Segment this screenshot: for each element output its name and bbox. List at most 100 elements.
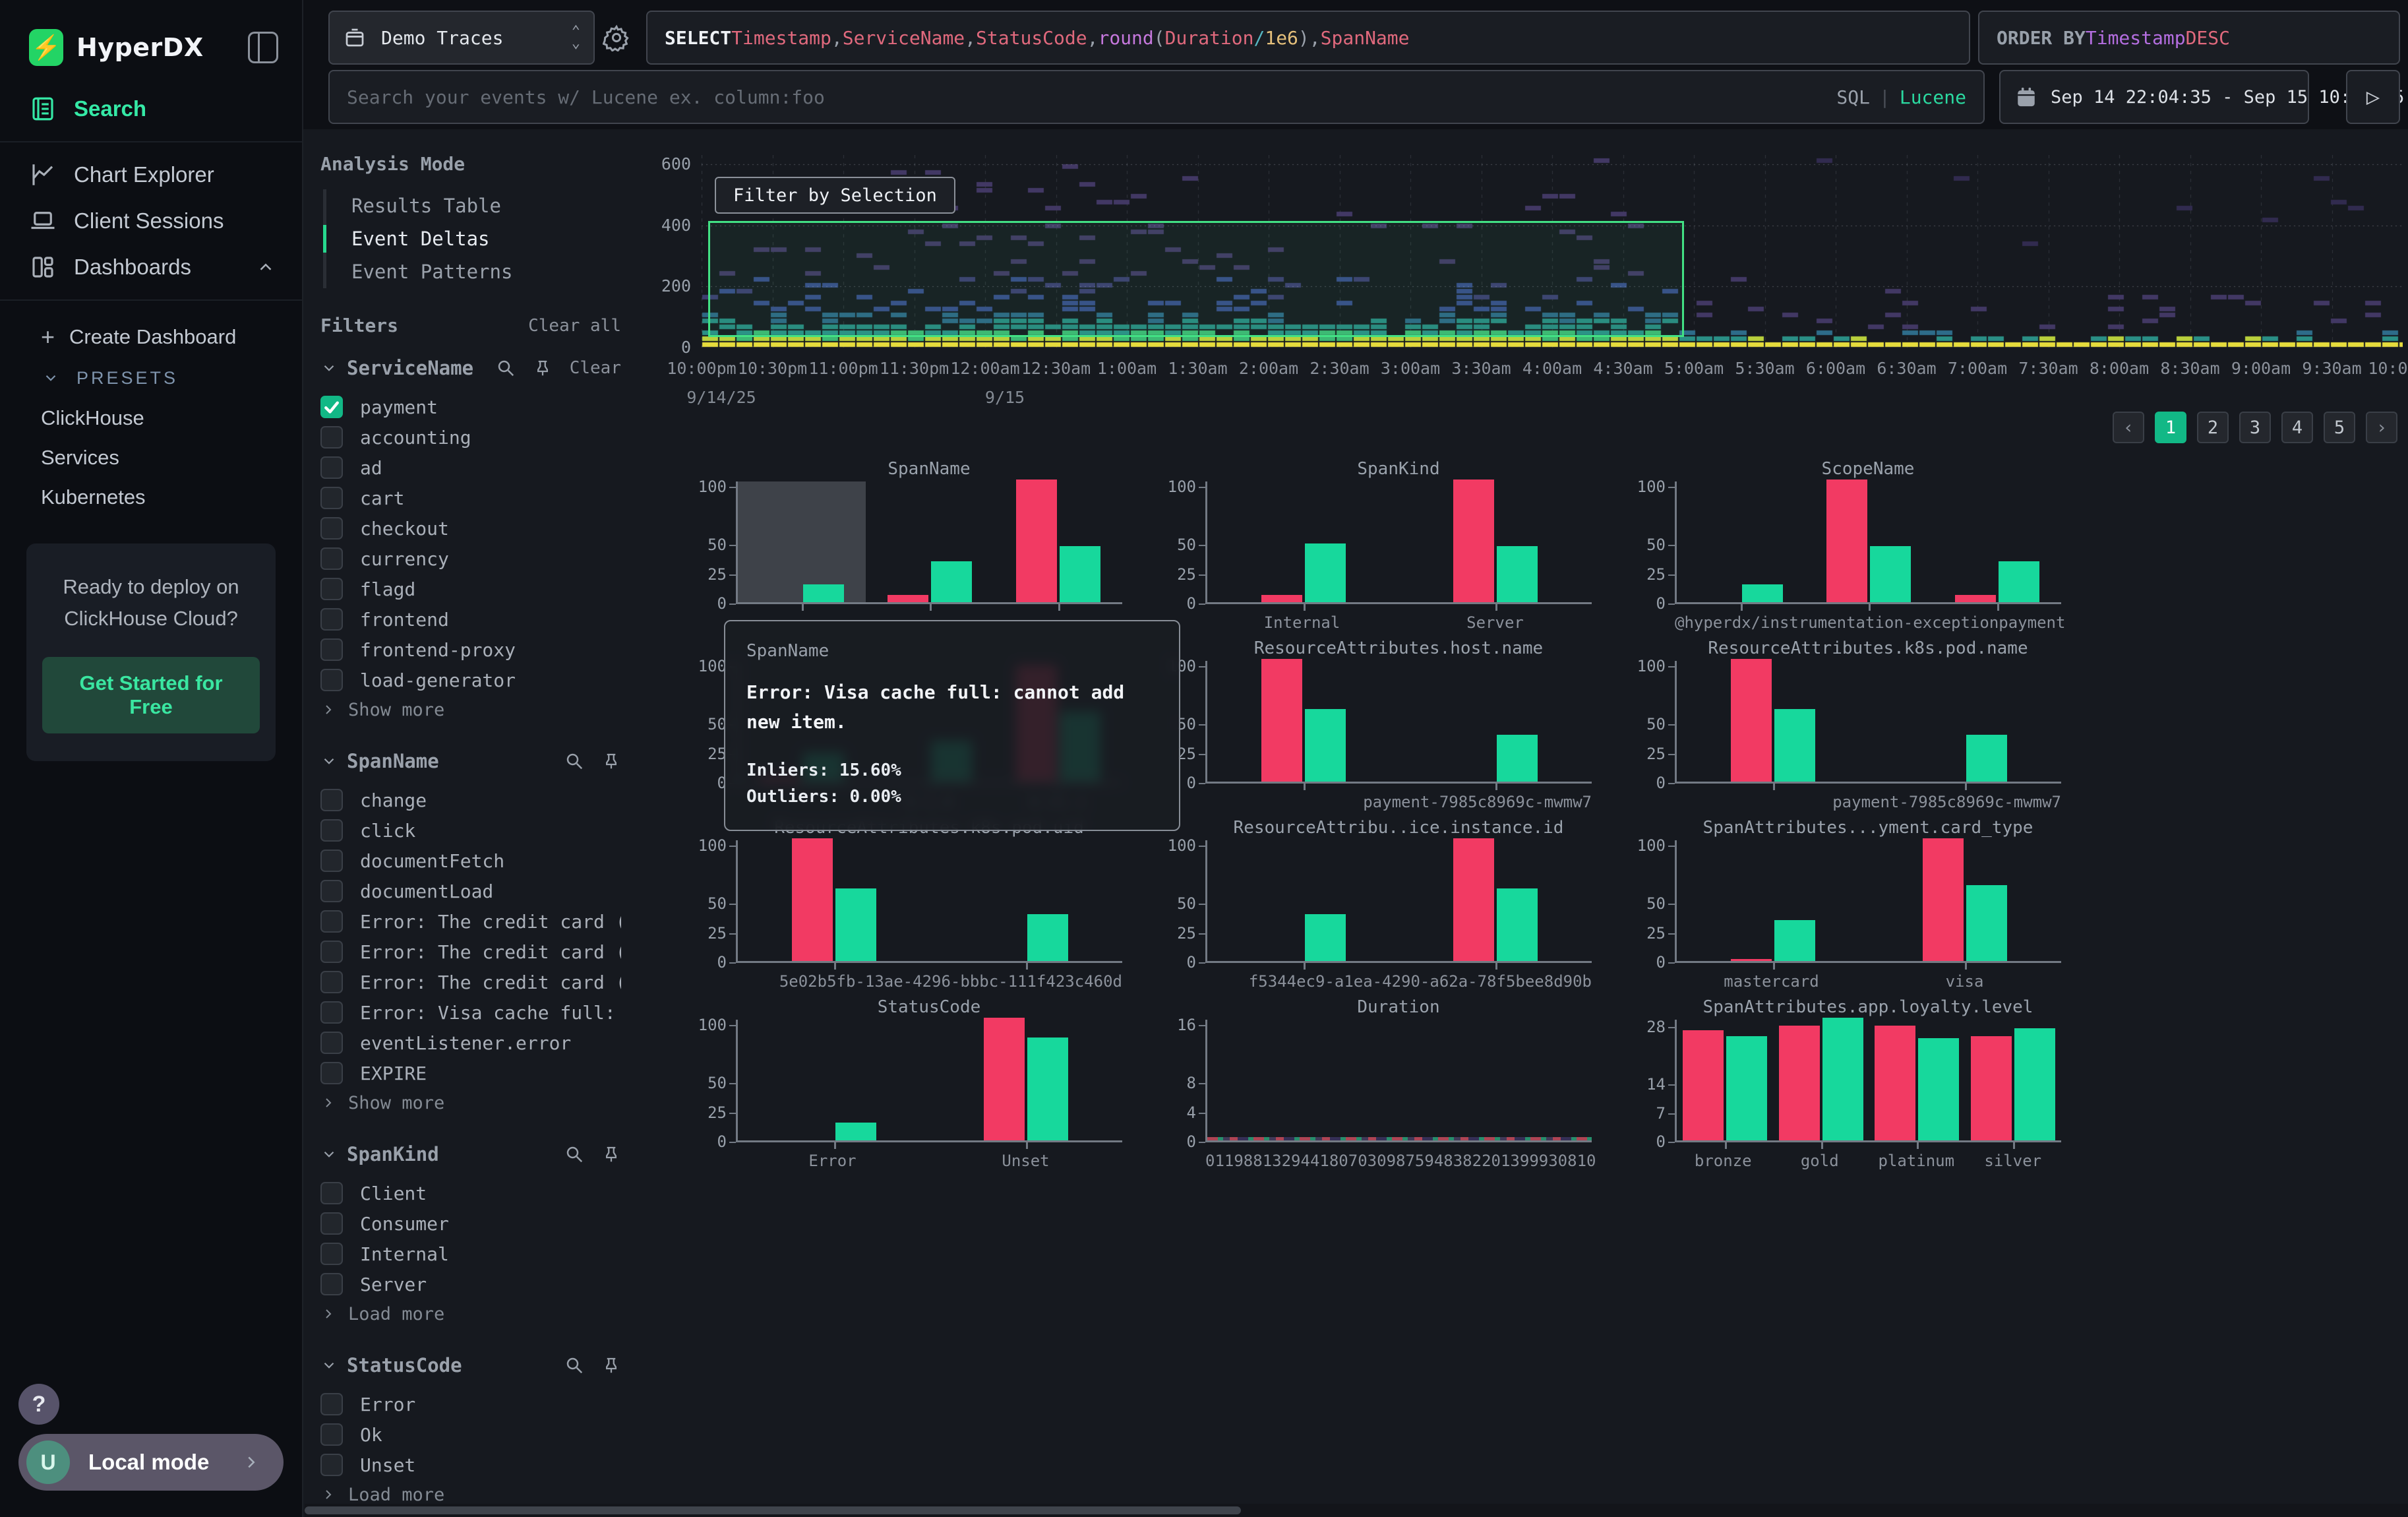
clear-filter-button[interactable]: Clear: [570, 358, 621, 378]
sidebar-item-services[interactable]: Services: [0, 438, 302, 478]
inlier-bar[interactable]: [1918, 1038, 1959, 1140]
bar-group[interactable]: [866, 481, 994, 602]
clear-all-button[interactable]: Clear all: [528, 316, 621, 336]
outlier-bar[interactable]: [1731, 959, 1772, 961]
outlier-bar[interactable]: [1016, 480, 1057, 602]
inlier-bar[interactable]: [835, 888, 876, 961]
pin-icon[interactable]: [533, 358, 553, 378]
filter-group-name[interactable]: StatusCode: [347, 1354, 547, 1377]
show-more-button[interactable]: Show more: [320, 695, 621, 724]
create-dashboard-button[interactable]: + Create Dashboard: [0, 317, 302, 357]
checkbox[interactable]: [320, 1454, 343, 1476]
bar-group-f5344ec9-a1ea-4290-a62a-78f5bee8d90b[interactable]: [1400, 840, 1592, 961]
filter-checkbox-item[interactable]: accounting: [320, 422, 621, 452]
analysis-mode-option[interactable]: Results Table: [326, 189, 621, 222]
filter-group-name[interactable]: SpanName: [347, 750, 547, 772]
bar-group-visa[interactable]: [1869, 840, 2062, 961]
inlier-bar[interactable]: [1497, 546, 1538, 602]
filter-by-selection-button[interactable]: Filter by Selection: [715, 177, 955, 214]
outlier-bar[interactable]: [792, 838, 833, 961]
outlier-bar[interactable]: [888, 595, 928, 602]
sidebar-collapse-icon[interactable]: [248, 32, 278, 63]
heatmap-selection-box[interactable]: [708, 221, 1684, 337]
inlier-bar[interactable]: [1870, 546, 1911, 602]
filter-checkbox-item[interactable]: Ok: [320, 1419, 621, 1450]
chevron-down-icon[interactable]: [320, 1146, 338, 1163]
filter-group-name[interactable]: ServiceName: [347, 357, 479, 379]
filter-checkbox-item[interactable]: Unset: [320, 1450, 621, 1480]
checkbox[interactable]: [320, 547, 343, 570]
outlier-bar[interactable]: [1261, 595, 1302, 602]
outlier-bar[interactable]: [984, 1018, 1025, 1140]
date-range-picker[interactable]: Sep 14 22:04:35 - Sep 15 10:04:35: [1999, 70, 2309, 124]
pagination-page-3[interactable]: 3: [2239, 412, 2271, 443]
checkbox[interactable]: [320, 396, 343, 418]
checkbox[interactable]: [320, 1032, 343, 1054]
filter-checkbox-item[interactable]: Error: The credit card (…: [320, 906, 621, 937]
checkbox[interactable]: [320, 1001, 343, 1024]
sidebar-item-kubernetes[interactable]: Kubernetes: [0, 478, 302, 517]
filter-checkbox-item[interactable]: load-generator: [320, 665, 621, 695]
outlier-bar[interactable]: [1261, 659, 1302, 782]
filter-checkbox-item[interactable]: Error: Visa cache full: …: [320, 997, 621, 1028]
show-more-button[interactable]: Load more: [320, 1299, 621, 1328]
filter-checkbox-item[interactable]: Error: The credit card (…: [320, 967, 621, 997]
search-icon[interactable]: [564, 1355, 584, 1375]
inlier-bar[interactable]: [1497, 888, 1538, 961]
inlier-bar[interactable]: [1497, 735, 1538, 782]
filter-checkbox-item[interactable]: Error: The credit card (…: [320, 937, 621, 967]
inlier-bar[interactable]: [1305, 914, 1346, 961]
inlier-bar[interactable]: [1060, 546, 1100, 602]
checkbox[interactable]: [320, 669, 343, 691]
sidebar-item-chart-explorer[interactable]: Chart Explorer: [0, 152, 302, 198]
pagination-next-button[interactable]: ›: [2366, 412, 2397, 443]
bar-group[interactable]: [1677, 661, 1869, 782]
bar-group-Server[interactable]: [1400, 481, 1592, 602]
checkbox[interactable]: [320, 850, 343, 872]
filter-checkbox-item[interactable]: Consumer: [320, 1208, 621, 1239]
bar-group[interactable]: [1207, 661, 1400, 782]
inlier-bar[interactable]: [1774, 709, 1815, 782]
bar-group-Internal[interactable]: [1207, 481, 1400, 602]
checkbox[interactable]: [320, 1243, 343, 1265]
checkbox[interactable]: [320, 910, 343, 933]
checkbox[interactable]: [320, 608, 343, 631]
filter-checkbox-item[interactable]: checkout: [320, 513, 621, 543]
bar-group[interactable]: [1207, 840, 1400, 961]
user-menu[interactable]: U Local mode: [18, 1434, 284, 1491]
inlier-bar[interactable]: [803, 584, 844, 602]
pin-icon[interactable]: [601, 751, 621, 771]
inlier-bar[interactable]: [1305, 709, 1346, 782]
checkbox[interactable]: [320, 971, 343, 993]
checkbox[interactable]: [320, 1062, 343, 1084]
filter-group-name[interactable]: SpanKind: [347, 1143, 547, 1165]
bar-group-silver[interactable]: [1965, 1020, 2061, 1140]
outlier-bar[interactable]: [1971, 1036, 2012, 1140]
order-by-input[interactable]: ORDER BY Timestamp DESC: [1978, 11, 2400, 65]
chevron-down-icon[interactable]: [320, 1357, 338, 1374]
filter-checkbox-item[interactable]: payment: [320, 392, 621, 422]
pin-icon[interactable]: [601, 1355, 621, 1375]
filter-checkbox-item[interactable]: click: [320, 815, 621, 846]
inlier-bar[interactable]: [1027, 914, 1068, 961]
search-icon[interactable]: [496, 358, 516, 378]
inlier-bar[interactable]: [1774, 920, 1815, 961]
outlier-bar[interactable]: [1683, 1030, 1724, 1140]
checkbox[interactable]: [320, 941, 343, 963]
bar-group-bronze[interactable]: [1677, 1020, 1773, 1140]
source-select[interactable]: Demo Traces ⌃⌄: [328, 11, 595, 65]
inlier-bar[interactable]: [835, 1123, 876, 1140]
checkbox[interactable]: [320, 880, 343, 902]
chevron-down-icon[interactable]: [320, 359, 338, 377]
checkbox[interactable]: [320, 819, 343, 842]
inlier-bar[interactable]: [1305, 543, 1346, 602]
checkbox[interactable]: [320, 1423, 343, 1446]
filter-checkbox-item[interactable]: frontend: [320, 604, 621, 635]
bar-group-Unset[interactable]: [930, 1020, 1123, 1140]
show-more-button[interactable]: Show more: [320, 1088, 621, 1117]
chevron-up-icon[interactable]: [256, 257, 276, 277]
checkbox[interactable]: [320, 1182, 343, 1204]
filter-checkbox-item[interactable]: Server: [320, 1269, 621, 1299]
bar-group-platinum[interactable]: [1869, 1020, 1966, 1140]
pagination-page-4[interactable]: 4: [2281, 412, 2313, 443]
